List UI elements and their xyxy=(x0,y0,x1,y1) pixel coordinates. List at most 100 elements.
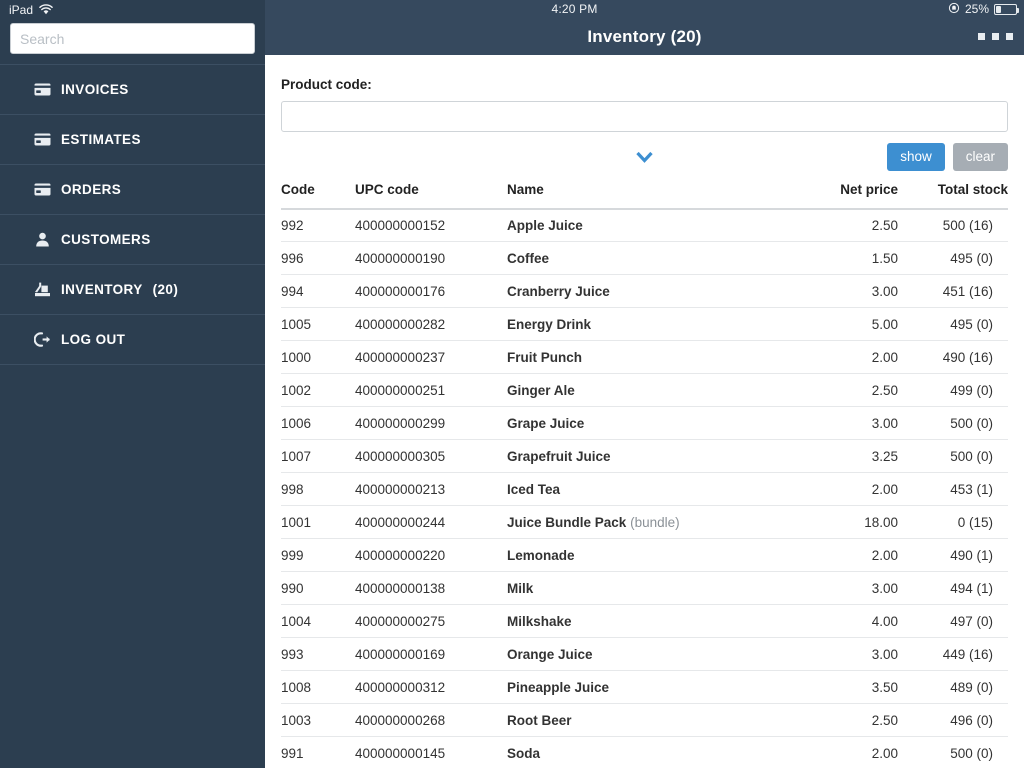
table-row[interactable]: 1005 400000000282 Energy Drink 5.00 495 (0) xyxy=(281,307,1008,342)
cell-total-stock: 0 (15) xyxy=(898,505,1008,540)
column-header-net-price[interactable]: Net price xyxy=(778,181,898,210)
cell-name: Root Beer xyxy=(507,703,778,738)
table-row[interactable]: 1006 400000000299 Grape Juice 3.00 500 (0) xyxy=(281,406,1008,441)
cell-code: 1005 xyxy=(281,307,355,342)
product-name: Fruit Punch xyxy=(507,349,582,365)
cell-name: Cranberry Juice xyxy=(507,274,778,309)
battery-icon xyxy=(994,3,1019,15)
product-name: Orange Juice xyxy=(507,646,593,662)
table-body: 992 400000000152 Apple Juice 2.50 500 (16) 99… xyxy=(281,208,1008,768)
clear-button[interactable]: clear xyxy=(952,142,1008,171)
table-row[interactable]: 990 400000000138 Milk 3.00 494 (1) xyxy=(281,571,1008,606)
cell-upc: 400000000251 xyxy=(355,373,507,408)
cell-total-stock: 453 (1) xyxy=(898,472,1008,507)
cell-code: 992 xyxy=(281,208,355,243)
product-name: Iced Tea xyxy=(507,481,561,497)
table-row[interactable]: 992 400000000152 Apple Juice 2.50 500 (16) xyxy=(281,208,1008,243)
status-bar-indicators: 25% xyxy=(948,2,1019,17)
sidebar-item-customers[interactable]: CUSTOMERS xyxy=(0,215,265,265)
cell-upc: 400000000176 xyxy=(355,274,507,309)
column-header-total-stock[interactable]: Total stock xyxy=(898,181,1008,210)
table-row[interactable]: 1004 400000000275 Milkshake 4.00 497 (0) xyxy=(281,604,1008,639)
cell-total-stock: 500 (16) xyxy=(898,208,1008,243)
person-icon xyxy=(34,231,51,248)
product-name: Grapefruit Juice xyxy=(507,448,611,464)
table-row[interactable]: 1000 400000000237 Fruit Punch 2.00 490 (16) xyxy=(281,340,1008,375)
cell-upc: 400000000268 xyxy=(355,703,507,738)
cell-total-stock: 489 (0) xyxy=(898,670,1008,705)
search-container xyxy=(0,19,265,64)
table-row[interactable]: 996 400000000190 Coffee 1.50 495 (0) xyxy=(281,241,1008,276)
cell-name: Juice Bundle Pack (bundle) xyxy=(507,505,778,540)
show-button[interactable]: show xyxy=(887,142,945,171)
cell-upc: 400000000305 xyxy=(355,439,507,474)
product-name: Coffee xyxy=(507,250,550,266)
sidebar-item-estimates[interactable]: ESTIMATES xyxy=(0,115,265,165)
content-area: Product code: show clear Code UPC code N… xyxy=(265,55,1024,768)
table-row[interactable]: 999 400000000220 Lemonade 2.00 490 (1) xyxy=(281,538,1008,573)
table-row[interactable]: 1002 400000000251 Ginger Ale 2.50 499 (0) xyxy=(281,373,1008,408)
cell-name: Milkshake xyxy=(507,604,778,639)
table-row[interactable]: 991 400000000145 Soda 2.00 500 (0) xyxy=(281,736,1008,768)
main-panel: 4:20 PM 25% Inventory (20) Product code:… xyxy=(265,0,1024,768)
cell-code: 1003 xyxy=(281,703,355,738)
cell-code: 1004 xyxy=(281,604,355,639)
cell-total-stock: 500 (0) xyxy=(898,406,1008,441)
cell-net-price: 2.00 xyxy=(778,472,898,507)
cell-net-price: 18.00 xyxy=(778,505,898,540)
cell-net-price: 2.00 xyxy=(778,340,898,375)
cell-name: Pineapple Juice xyxy=(507,670,778,705)
cell-net-price: 3.00 xyxy=(778,274,898,309)
cell-name: Iced Tea xyxy=(507,472,778,507)
table-row[interactable]: 1001 400000000244 Juice Bundle Pack (bundl… xyxy=(281,505,1008,540)
sidebar-item-inventory[interactable]: INVENTORY (20) xyxy=(0,265,265,315)
table-row[interactable]: 998 400000000213 Iced Tea 2.00 453 (1) xyxy=(281,472,1008,507)
product-name: Pineapple Juice xyxy=(507,679,610,695)
cell-total-stock: 500 (0) xyxy=(898,439,1008,474)
column-header-code[interactable]: Code xyxy=(281,181,355,210)
sidebar-item-invoices[interactable]: INVOICES xyxy=(0,65,265,115)
cell-total-stock: 494 (1) xyxy=(898,571,1008,606)
table-row[interactable]: 993 400000000169 Orange Juice 3.00 449 (16) xyxy=(281,637,1008,672)
cell-name: Fruit Punch xyxy=(507,340,778,375)
cell-total-stock: 495 (0) xyxy=(898,241,1008,276)
form-buttons: show clear xyxy=(887,142,1008,171)
cell-total-stock: 490 (16) xyxy=(898,340,1008,375)
table-row[interactable]: 1003 400000000268 Root Beer 2.50 496 (0) xyxy=(281,703,1008,738)
sidebar-item-log-out[interactable]: LOG OUT xyxy=(0,315,265,365)
cell-net-price: 3.00 xyxy=(778,571,898,606)
logout-icon xyxy=(34,331,51,348)
cell-upc: 400000000190 xyxy=(355,241,507,276)
product-name: Milk xyxy=(507,580,534,596)
table-row[interactable]: 994 400000000176 Cranberry Juice 3.00 451 (1… xyxy=(281,274,1008,309)
cell-total-stock: 500 (0) xyxy=(898,736,1008,768)
sidebar-item-orders[interactable]: ORDERS xyxy=(0,165,265,215)
cell-code: 1001 xyxy=(281,505,355,540)
cell-upc: 400000000169 xyxy=(355,637,507,672)
cell-code: 999 xyxy=(281,538,355,573)
table-row[interactable]: 1007 400000000305 Grapefruit Juice 3.25 500 … xyxy=(281,439,1008,474)
rotation-lock-icon xyxy=(948,2,960,17)
inventory-icon xyxy=(34,281,51,298)
cell-name: Orange Juice xyxy=(507,637,778,672)
table-row[interactable]: 1008 400000000312 Pineapple Juice 3.50 489 (… xyxy=(281,670,1008,705)
column-header-name[interactable]: Name xyxy=(507,181,778,210)
cell-name: Ginger Ale xyxy=(507,373,778,408)
status-bar-time: 4:20 PM xyxy=(551,2,598,17)
cell-net-price: 3.00 xyxy=(778,637,898,672)
cell-total-stock: 451 (16) xyxy=(898,274,1008,309)
product-name: Milkshake xyxy=(507,613,572,629)
product-code-input[interactable] xyxy=(281,100,1008,132)
card-icon xyxy=(34,181,51,198)
column-header-upc[interactable]: UPC code xyxy=(355,181,507,210)
cell-net-price: 3.00 xyxy=(778,406,898,441)
overflow-menu-icon[interactable] xyxy=(978,33,1013,41)
table-header: Code UPC code Name Net price Total stock xyxy=(281,181,1008,210)
product-name: Juice Bundle Pack xyxy=(507,514,627,530)
card-icon xyxy=(34,81,51,98)
product-name: Lemonade xyxy=(507,547,575,563)
search-input[interactable] xyxy=(10,23,255,54)
cell-upc: 400000000145 xyxy=(355,736,507,768)
wifi-icon xyxy=(39,4,53,15)
battery-percent-label: 25% xyxy=(964,2,989,17)
